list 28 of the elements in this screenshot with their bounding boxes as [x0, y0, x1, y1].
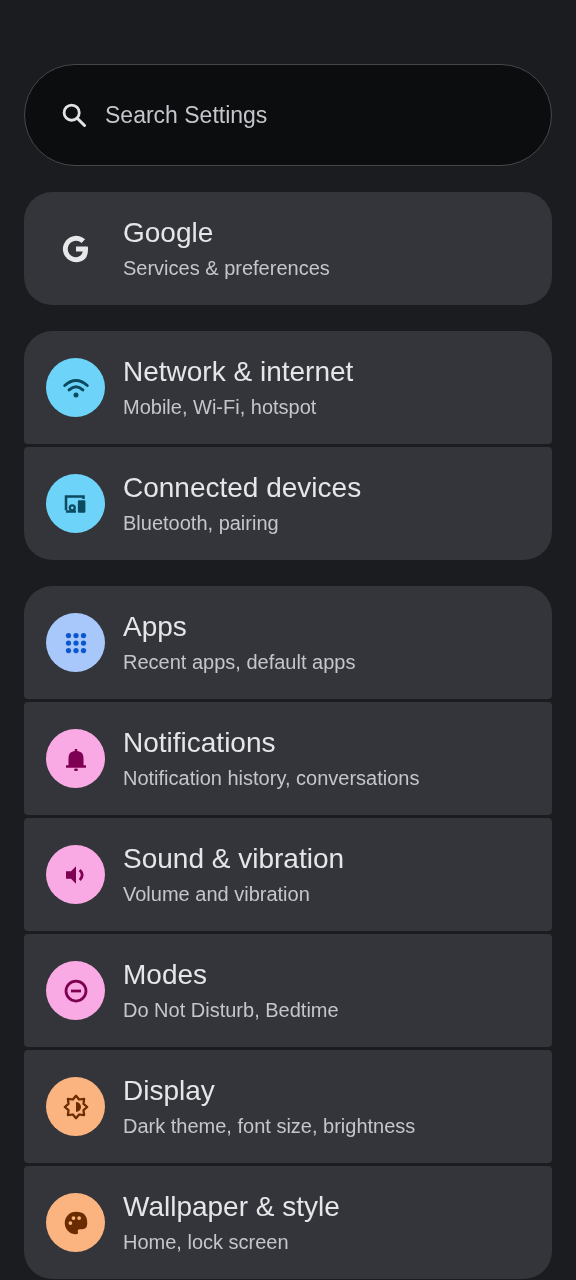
- item-title: Connected devices: [123, 472, 362, 504]
- item-title: Google: [123, 217, 215, 249]
- item-subtitle: Do Not Disturb, Bedtime: [123, 999, 339, 1022]
- item-subtitle: Recent apps, default apps: [123, 651, 356, 674]
- item-subtitle: Dark theme, font size, brightness: [123, 1115, 416, 1138]
- item-title: Modes: [123, 959, 209, 991]
- settings-item[interactable]: Apps Recent apps, default apps: [24, 586, 552, 699]
- settings-item[interactable]: Notifications Notification history, conversations: [24, 702, 552, 815]
- item-title: Network & internet: [123, 356, 354, 388]
- settings-item[interactable]: Wallpaper & style Home, lock screen: [24, 1166, 552, 1279]
- item-title: Sound & vibration: [123, 843, 345, 875]
- item-subtitle: Bluetooth, pairing: [123, 512, 280, 535]
- search-field[interactable]: Search Settings: [24, 64, 552, 166]
- item-title: Apps: [123, 611, 188, 643]
- settings-item[interactable]: Sound & vibration Volume and vibration: [24, 818, 552, 931]
- settings-item[interactable]: Google Services & preferences: [24, 192, 552, 305]
- item-title: Notifications: [123, 727, 277, 759]
- item-subtitle: Home, lock screen: [123, 1231, 290, 1254]
- settings-item[interactable]: Network & internet Mobile, Wi-Fi, hotspot: [24, 331, 552, 444]
- settings-item[interactable]: Modes Do Not Disturb, Bedtime: [24, 934, 552, 1047]
- settings-item[interactable]: Display Dark theme, font size, brightness: [24, 1050, 552, 1163]
- item-subtitle: Volume and vibration: [123, 883, 311, 906]
- item-subtitle: Mobile, Wi-Fi, hotspot: [123, 396, 318, 419]
- item-title: Display: [123, 1075, 216, 1107]
- item-title: Wallpaper & style: [123, 1191, 340, 1223]
- item-subtitle: Notification history, conversations: [123, 767, 420, 790]
- settings-item[interactable]: Connected devices Bluetooth, pairing: [24, 447, 552, 560]
- item-subtitle: Services & preferences: [123, 257, 330, 280]
